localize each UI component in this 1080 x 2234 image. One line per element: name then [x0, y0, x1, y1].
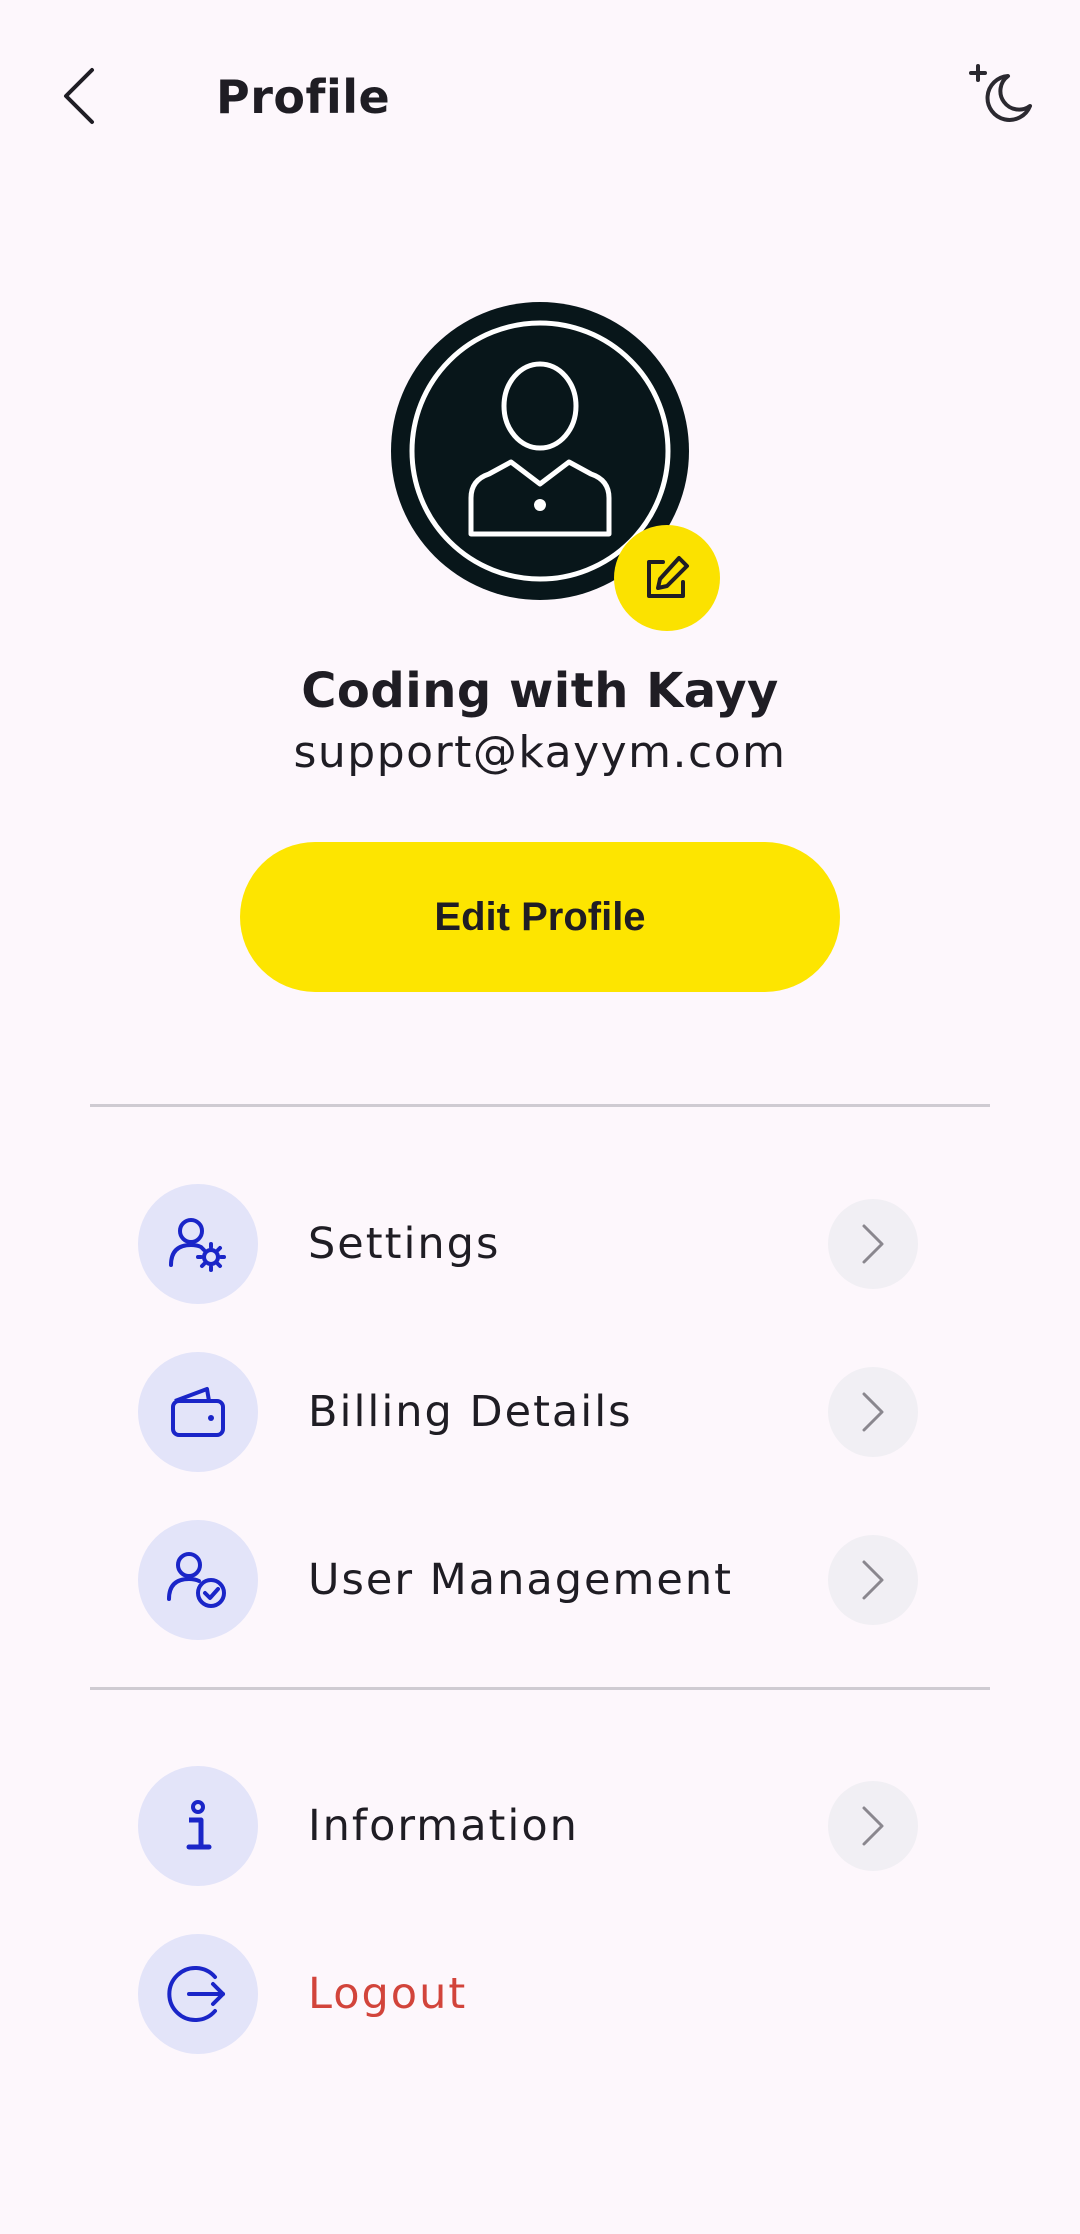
- divider: [90, 1104, 990, 1107]
- profile-name: Coding with Kayy: [301, 663, 779, 719]
- menu-item-label: Information: [308, 1801, 579, 1851]
- chevron-left-icon: [64, 68, 94, 124]
- menu-item-user-management[interactable]: User Management: [138, 1519, 918, 1641]
- menu-item-label: Billing Details: [308, 1387, 633, 1437]
- menu-item-information[interactable]: Information: [138, 1765, 918, 1887]
- chevron-right-icon: [828, 1367, 918, 1457]
- edit-profile-button[interactable]: Edit Profile: [240, 842, 840, 992]
- chevron-right-icon: [828, 1781, 918, 1871]
- profile-email: support@kayym.com: [293, 727, 787, 778]
- back-button[interactable]: [50, 60, 110, 132]
- theme-toggle-button[interactable]: [968, 62, 1036, 130]
- edit-avatar-button[interactable]: [614, 525, 720, 631]
- menu-item-billing-details[interactable]: Billing Details: [138, 1351, 918, 1473]
- menu-item-label: Settings: [308, 1219, 501, 1269]
- divider: [90, 1687, 990, 1690]
- menu-item-settings[interactable]: Settings: [138, 1183, 918, 1305]
- user-settings-icon: [138, 1184, 258, 1304]
- wallet-icon: [138, 1352, 258, 1472]
- edit-icon: [647, 556, 689, 598]
- moon-icon: [969, 64, 1032, 122]
- menu-item-label: Logout: [308, 1969, 468, 2019]
- chevron-right-icon: [828, 1199, 918, 1289]
- user-check-icon: [138, 1520, 258, 1640]
- menu-item-label: User Management: [308, 1555, 733, 1605]
- info-icon: [138, 1766, 258, 1886]
- logout-icon: [138, 1934, 258, 2054]
- page-title: Profile: [216, 70, 391, 124]
- menu-item-logout[interactable]: Logout: [138, 1933, 918, 2055]
- chevron-right-icon: [828, 1535, 918, 1625]
